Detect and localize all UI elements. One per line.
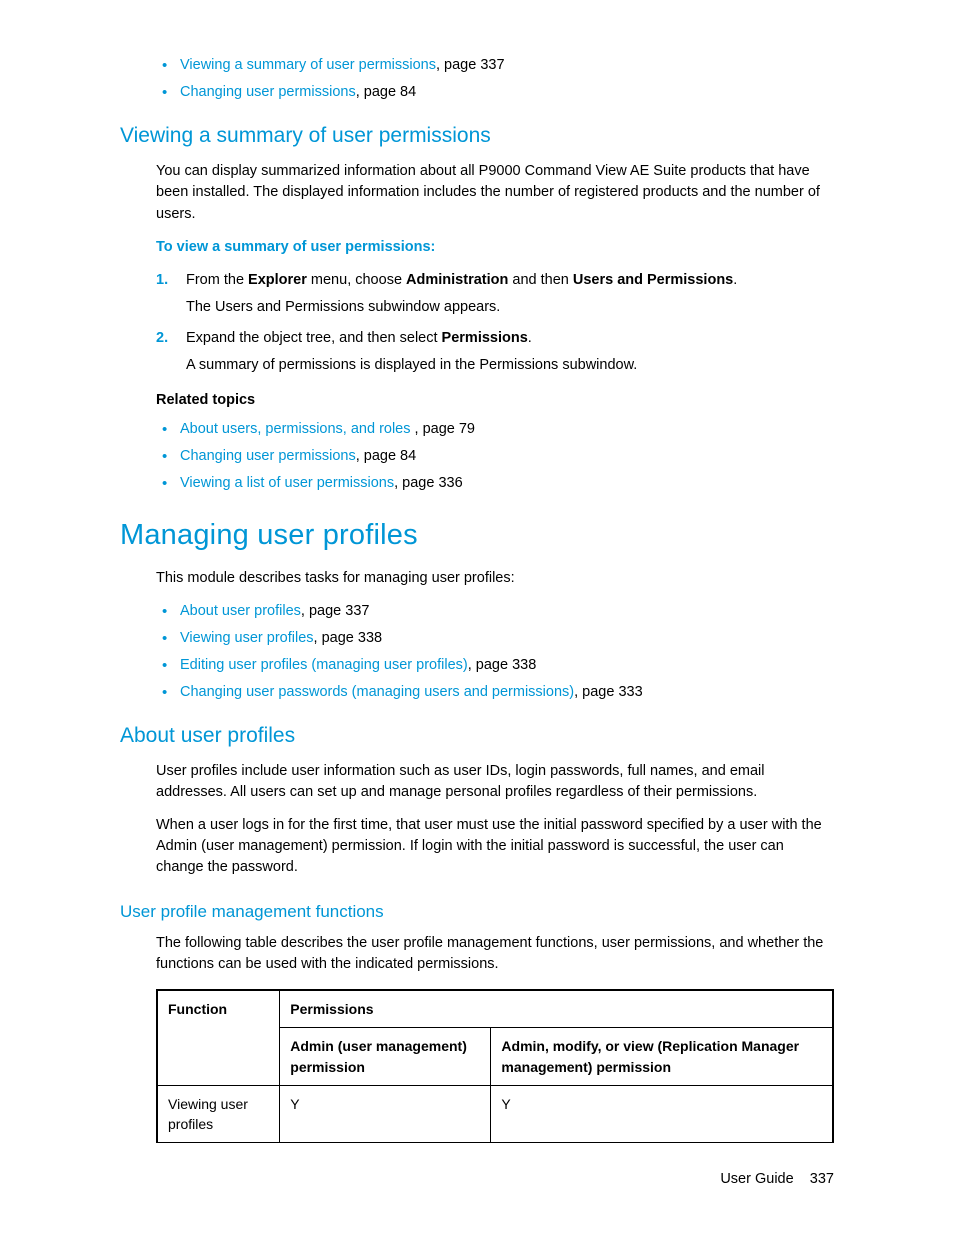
table-header-col1: Admin (user management) permission bbox=[280, 1028, 491, 1086]
step-text: and then bbox=[508, 272, 573, 288]
ui-term: Explorer bbox=[248, 272, 307, 288]
xref-link[interactable]: About users, permissions, and roles bbox=[180, 421, 411, 437]
page-footer: User Guide 337 bbox=[720, 1169, 834, 1190]
xref-link[interactable]: Viewing user profiles bbox=[180, 630, 314, 646]
table-header-permissions: Permissions bbox=[280, 990, 833, 1028]
paragraph: This module describes tasks for managing… bbox=[120, 568, 834, 589]
table-cell-col2: Y bbox=[491, 1085, 833, 1143]
paragraph: You can display summarized information a… bbox=[120, 161, 834, 224]
step-text: . bbox=[733, 272, 737, 288]
page-ref: , page 84 bbox=[356, 84, 416, 100]
heading-functions: User profile management functions bbox=[120, 900, 834, 925]
xref-link[interactable]: Viewing a summary of user permissions bbox=[180, 57, 436, 73]
list-item: Changing user permissions, page 84 bbox=[156, 82, 834, 103]
paragraph: User profiles include user information s… bbox=[120, 761, 834, 803]
xref-link[interactable]: About user profiles bbox=[180, 603, 301, 619]
related-topics-heading: Related topics bbox=[120, 390, 834, 411]
list-item: Editing user profiles (managing user pro… bbox=[156, 655, 834, 676]
permissions-table: Function Permissions Admin (user managem… bbox=[156, 989, 834, 1143]
list-item: Changing user passwords (managing users … bbox=[156, 682, 834, 703]
step: From the Explorer menu, choose Administr… bbox=[156, 270, 834, 318]
step-text: . bbox=[528, 330, 532, 346]
xref-link[interactable]: Editing user profiles (managing user pro… bbox=[180, 657, 468, 673]
paragraph: When a user logs in for the first time, … bbox=[120, 815, 834, 878]
xref-link[interactable]: Changing user permissions bbox=[180, 448, 356, 464]
ui-term: Administration bbox=[406, 272, 508, 288]
procedure-steps: From the Explorer menu, choose Administr… bbox=[120, 270, 834, 376]
table-header-col2: Admin, modify, or view (Replication Mana… bbox=[491, 1028, 833, 1086]
procedure-title: To view a summary of user permissions: bbox=[120, 237, 834, 258]
footer-label: User Guide bbox=[720, 1171, 793, 1187]
list-item: Viewing a list of user permissions, page… bbox=[156, 473, 834, 494]
list-item: Changing user permissions, page 84 bbox=[156, 446, 834, 467]
step-text: menu, choose bbox=[307, 272, 406, 288]
page-ref: , page 79 bbox=[411, 421, 476, 437]
xref-link[interactable]: Viewing a list of user permissions bbox=[180, 475, 394, 491]
step-text: Expand the object tree, and then select bbox=[186, 330, 442, 346]
list-item: About user profiles, page 337 bbox=[156, 601, 834, 622]
page-ref: , page 336 bbox=[394, 475, 463, 491]
list-item: Viewing user profiles, page 338 bbox=[156, 628, 834, 649]
table-header-function: Function bbox=[157, 990, 280, 1085]
list-item: About users, permissions, and roles , pa… bbox=[156, 419, 834, 440]
paragraph: The following table describes the user p… bbox=[120, 933, 834, 975]
ui-term: Users and Permissions bbox=[573, 272, 733, 288]
page-ref: , page 337 bbox=[301, 603, 370, 619]
page-ref: , page 337 bbox=[436, 57, 505, 73]
page-ref: , page 333 bbox=[574, 684, 643, 700]
step-result: The Users and Permissions subwindow appe… bbox=[186, 297, 834, 318]
heading-viewing-summary: Viewing a summary of user permissions bbox=[120, 121, 834, 151]
document-page: Viewing a summary of user permissions, p… bbox=[0, 0, 954, 1235]
heading-about-profiles: About user profiles bbox=[120, 721, 834, 751]
footer-page-number: 337 bbox=[810, 1171, 834, 1187]
ui-term: Permissions bbox=[442, 330, 528, 346]
step: Expand the object tree, and then select … bbox=[156, 328, 834, 376]
list-item: Viewing a summary of user permissions, p… bbox=[156, 55, 834, 76]
table-cell-function: Viewing user profiles bbox=[157, 1085, 280, 1143]
table-cell-col1: Y bbox=[280, 1085, 491, 1143]
table-row: Viewing user profiles Y Y bbox=[157, 1085, 833, 1143]
heading-managing-profiles: Managing user profiles bbox=[120, 514, 834, 556]
related-link-list: About users, permissions, and roles , pa… bbox=[120, 419, 834, 494]
step-result: A summary of permissions is displayed in… bbox=[186, 355, 834, 376]
xref-link[interactable]: Changing user permissions bbox=[180, 84, 356, 100]
step-text: From the bbox=[186, 272, 248, 288]
page-ref: , page 338 bbox=[314, 630, 383, 646]
page-ref: , page 338 bbox=[468, 657, 537, 673]
xref-link[interactable]: Changing user passwords (managing users … bbox=[180, 684, 574, 700]
page-ref: , page 84 bbox=[356, 448, 416, 464]
top-link-list: Viewing a summary of user permissions, p… bbox=[120, 55, 834, 103]
managing-link-list: About user profiles, page 337 Viewing us… bbox=[120, 601, 834, 703]
